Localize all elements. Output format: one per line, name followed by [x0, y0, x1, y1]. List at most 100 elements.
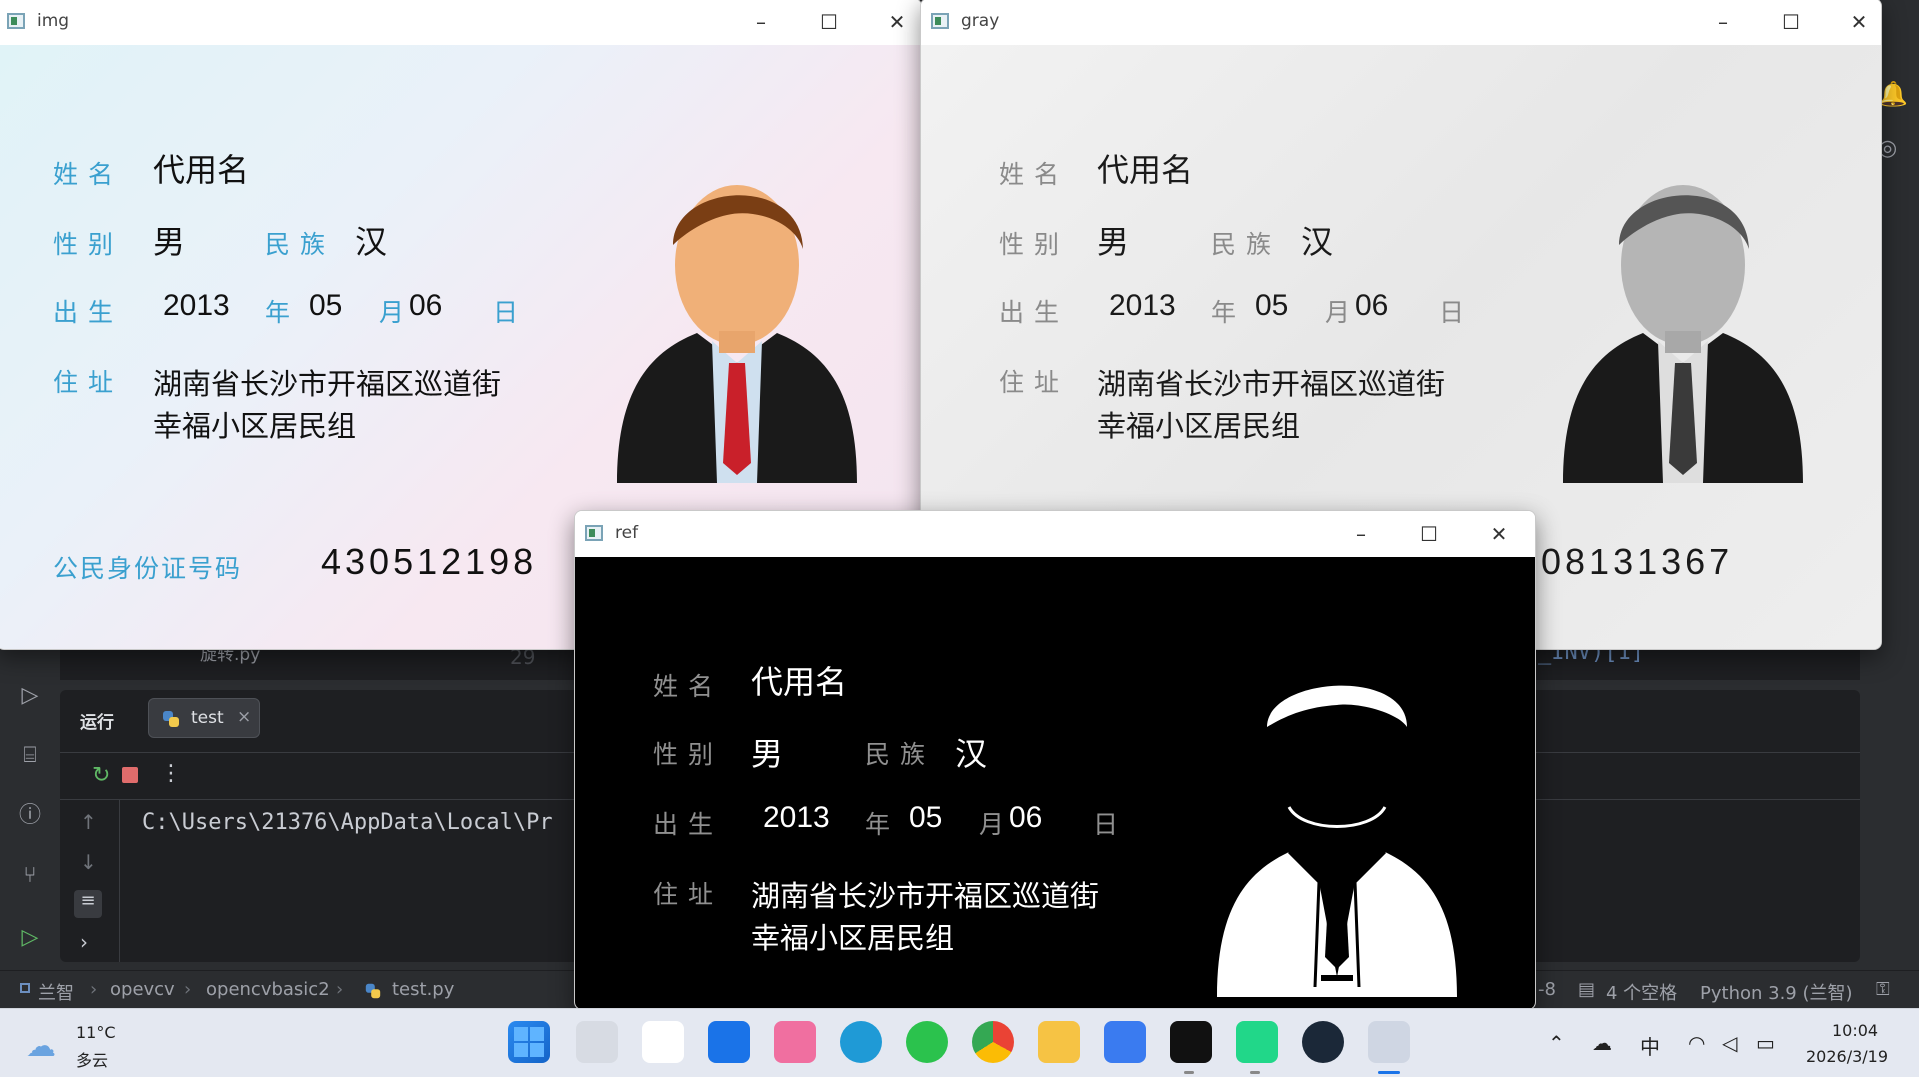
titlebar-gray: gray – ☐ ✕ [921, 0, 1881, 45]
wechat-icon[interactable] [906, 1021, 948, 1063]
python-file-icon [364, 982, 382, 1000]
minimize-icon[interactable]: – [1341, 519, 1381, 549]
file-explorer-icon[interactable] [1038, 1021, 1080, 1063]
titlebar-ref: ref – ☐ ✕ [575, 511, 1535, 557]
gender-value: 男 [751, 735, 784, 773]
close-tab-icon[interactable]: × [237, 707, 251, 727]
desktop: 旋转.py 29 _INV)[1] ▷ ⌸ ⓘ ⑂ ▷ 运行 test × ↻ [0, 0, 1919, 1077]
stop-icon[interactable] [122, 767, 138, 783]
wifi-icon[interactable]: ◠ [1688, 1031, 1705, 1055]
windows-taskbar: ☁ 11°C 多云 ⌃ ☁ 中 ◠ ◁ ▭ 10:04 2026/3/19 [0, 1008, 1919, 1077]
maximize-icon[interactable]: ☐ [1409, 519, 1449, 549]
problems-icon[interactable]: ⓘ [14, 800, 46, 832]
birth-label: 出生 [999, 298, 1070, 327]
more-options-icon[interactable]: ⋮ [160, 761, 182, 786]
pycharm-icon[interactable] [1236, 1021, 1278, 1063]
close-icon[interactable]: ✕ [1479, 519, 1519, 549]
music-app-icon[interactable] [1170, 1021, 1212, 1063]
birth-year: 2013 [1109, 289, 1176, 322]
bilibili-icon[interactable] [774, 1021, 816, 1063]
ime-indicator[interactable]: 中 [1640, 1031, 1660, 1060]
terminal-icon[interactable]: ⌸ [14, 740, 46, 772]
weather-cloud-icon[interactable]: ☁ [26, 1029, 56, 1064]
breadcrumb-folder[interactable]: opevcv [110, 979, 175, 1000]
file-encoding[interactable]: -8 [1538, 979, 1556, 1000]
breadcrumb-separator: › [184, 979, 192, 1000]
name-value: 代用名 [1097, 151, 1194, 189]
expand-icon[interactable]: › [80, 930, 88, 954]
services-icon[interactable]: ▷ [14, 680, 46, 712]
maximize-icon[interactable]: ☐ [809, 7, 849, 37]
run-tab-test[interactable]: test × [148, 698, 260, 738]
window-title: ref [615, 523, 639, 543]
run-panel-title: 运行 [80, 713, 114, 733]
weather-desc[interactable]: 多云 [76, 1047, 108, 1071]
minimize-icon[interactable]: – [741, 7, 781, 37]
start-button[interactable] [508, 1021, 550, 1063]
run-icon[interactable]: ▷ [14, 922, 46, 954]
portrait-silhouette [1217, 685, 1457, 997]
ethnicity-label: 民族 [865, 740, 936, 769]
clock-time[interactable]: 10:04 [1832, 1021, 1878, 1040]
python-app-icon[interactable] [1368, 1021, 1410, 1063]
store-icon[interactable] [708, 1021, 750, 1063]
maximize-icon[interactable]: ☐ [1771, 7, 1811, 37]
day-char: 日 [1439, 298, 1475, 327]
gender-value: 男 [1097, 223, 1130, 261]
breadcrumb-subfolder[interactable]: opencvbasic2 [206, 979, 330, 1000]
breadcrumb-file[interactable]: test.py [392, 979, 454, 1000]
clock-date[interactable]: 2026/3/19 [1806, 1047, 1888, 1066]
qq-icon[interactable] [642, 1021, 684, 1063]
run-tab-label: test [191, 708, 224, 728]
id-number-value: 08131367 [1541, 541, 1734, 582]
lock-icon[interactable]: ⚿ [1876, 979, 1890, 1000]
name-label: 姓名 [999, 160, 1070, 189]
onedrive-icon[interactable]: ☁ [1592, 1031, 1612, 1055]
breadcrumb-project[interactable]: 兰智 [38, 979, 74, 1005]
address-label: 住址 [53, 368, 124, 397]
weather-temp[interactable]: 11°C [76, 1023, 116, 1042]
address-line1: 湖南省长沙市开福区巡道街 [1097, 367, 1446, 401]
close-icon[interactable]: ✕ [877, 7, 917, 37]
birth-month: 05 [309, 289, 343, 322]
binary-threshold-image: 姓名 代用名 性别 男 民族 汉 出生 2013 年 05 月 06 日 住址 … [575, 557, 1535, 1009]
day-char: 日 [1093, 810, 1129, 839]
chrome-icon[interactable] [972, 1021, 1014, 1063]
gender-label: 性别 [53, 230, 124, 259]
python-file-icon [163, 711, 179, 727]
tool-window-rail: ▷ ⌸ ⓘ ⑂ ▷ [0, 660, 60, 972]
indent-setting[interactable]: 4 个空格 [1606, 979, 1677, 1005]
volume-icon[interactable]: ◁ [1722, 1031, 1737, 1055]
year-char: 年 [865, 810, 901, 839]
minimize-icon[interactable]: – [1703, 7, 1743, 37]
git-icon[interactable]: ⑂ [14, 860, 46, 892]
scroll-down-icon[interactable]: ↓ [80, 850, 97, 874]
feishu-icon[interactable] [1104, 1021, 1146, 1063]
interpreter-setting[interactable]: Python 3.9 (兰智) [1700, 979, 1853, 1005]
address-label: 住址 [999, 368, 1070, 397]
ethnicity-label: 民族 [265, 230, 336, 259]
rerun-icon[interactable]: ↻ [92, 763, 110, 788]
ethnicity-value: 汉 [1301, 223, 1334, 261]
breadcrumb-separator: › [336, 979, 344, 1000]
window-app-icon [931, 13, 949, 29]
steam-icon[interactable] [1302, 1021, 1344, 1063]
ethnicity-value: 汉 [955, 735, 988, 773]
address-line1: 湖南省长沙市开福区巡道街 [153, 367, 502, 401]
ethnicity-label: 民族 [1211, 230, 1282, 259]
task-view-icon[interactable] [576, 1021, 618, 1063]
edge-icon[interactable] [840, 1021, 882, 1063]
soft-wrap-icon[interactable]: ≡ [74, 890, 102, 918]
birth-day: 06 [1355, 289, 1389, 322]
close-icon[interactable]: ✕ [1839, 7, 1879, 37]
window-title: gray [961, 11, 1000, 31]
birth-year: 2013 [763, 801, 830, 834]
notifications-icon[interactable]: 🔔 [1878, 80, 1908, 108]
battery-icon[interactable]: ▭ [1756, 1031, 1775, 1055]
running-indicator [1184, 1071, 1194, 1074]
scroll-up-icon[interactable]: ↑ [80, 810, 97, 834]
year-char: 年 [265, 298, 301, 327]
id-number-label: 公民身份证号码 [53, 554, 243, 583]
tray-overflow-icon[interactable]: ⌃ [1548, 1031, 1565, 1055]
window-app-icon [585, 525, 603, 541]
